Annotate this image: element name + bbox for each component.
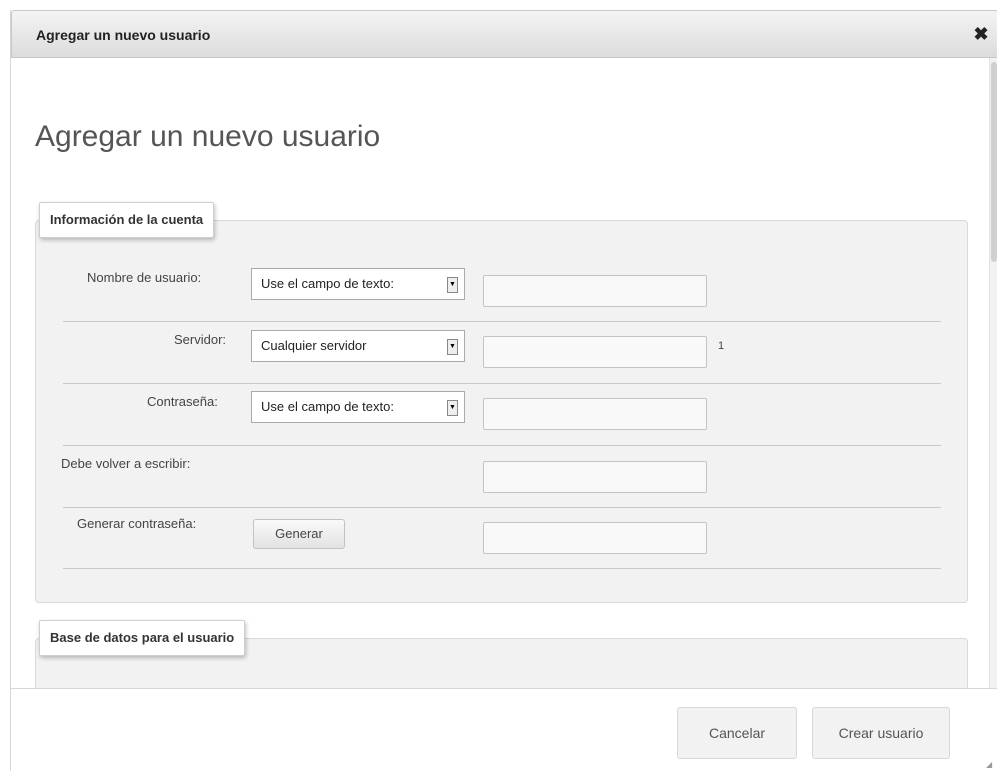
server-input[interactable]	[483, 336, 707, 368]
password-type-value: Use el campo de texto:	[261, 399, 394, 414]
dialog-footer: Cancelar Crear usuario ◢	[11, 688, 997, 772]
database-legend: Base de datos para el usuario	[39, 620, 246, 656]
generate-button[interactable]: Generar	[253, 519, 345, 549]
resize-handle-icon[interactable]: ◢	[986, 760, 994, 769]
dialog-title: Agregar un nuevo usuario	[36, 27, 211, 43]
close-icon[interactable]: ✖	[969, 21, 993, 47]
cancel-button[interactable]: Cancelar	[677, 707, 797, 759]
chevron-down-icon: ▼	[447, 277, 458, 293]
create-user-button[interactable]: Crear usuario	[812, 707, 950, 759]
row-divider	[63, 568, 941, 569]
dialog-titlebar[interactable]: Agregar un nuevo usuario ✖	[11, 10, 997, 58]
server-hint: 1	[718, 340, 725, 352]
username-type-value: Use el campo de texto:	[261, 276, 394, 291]
password-type-select[interactable]: Use el campo de texto: ▼	[251, 391, 465, 423]
retype-password-input[interactable]	[483, 461, 707, 493]
retype-label: Debe volver a escribir:	[61, 456, 191, 471]
generate-password-label: Generar contraseña:	[77, 516, 197, 531]
username-type-select[interactable]: Use el campo de texto: ▼	[251, 268, 465, 300]
username-input[interactable]	[483, 275, 707, 307]
username-label: Nombre de usuario:	[87, 270, 202, 285]
page-title: Agregar un nuevo usuario	[35, 120, 381, 153]
server-row: Servidor: Cualquier servidor ▼ 1	[63, 322, 941, 384]
scrollbar-thumb[interactable]	[991, 62, 997, 262]
password-row: Contraseña: Use el campo de texto: ▼	[63, 384, 941, 446]
password-input[interactable]	[483, 398, 707, 430]
vertical-scrollbar[interactable]	[989, 58, 997, 688]
password-label: Contraseña:	[147, 394, 218, 409]
chevron-down-icon: ▼	[447, 339, 458, 355]
username-row: Nombre de usuario: Use el campo de texto…	[63, 260, 941, 322]
retype-row: Debe volver a escribir:	[61, 446, 941, 508]
account-info-legend: Información de la cuenta	[39, 202, 215, 238]
server-select[interactable]: Cualquier servidor ▼	[251, 330, 465, 362]
generated-password-input[interactable]	[483, 522, 707, 554]
add-user-dialog: Agregar un nuevo usuario ✖ Agregar un nu…	[10, 10, 997, 772]
chevron-down-icon: ▼	[447, 400, 458, 416]
server-label: Servidor:	[174, 332, 227, 347]
server-value: Cualquier servidor	[261, 338, 367, 353]
generate-password-row: Generar contraseña: Generar	[63, 507, 941, 569]
dialog-content: Agregar un nuevo usuario Información de …	[11, 58, 989, 688]
